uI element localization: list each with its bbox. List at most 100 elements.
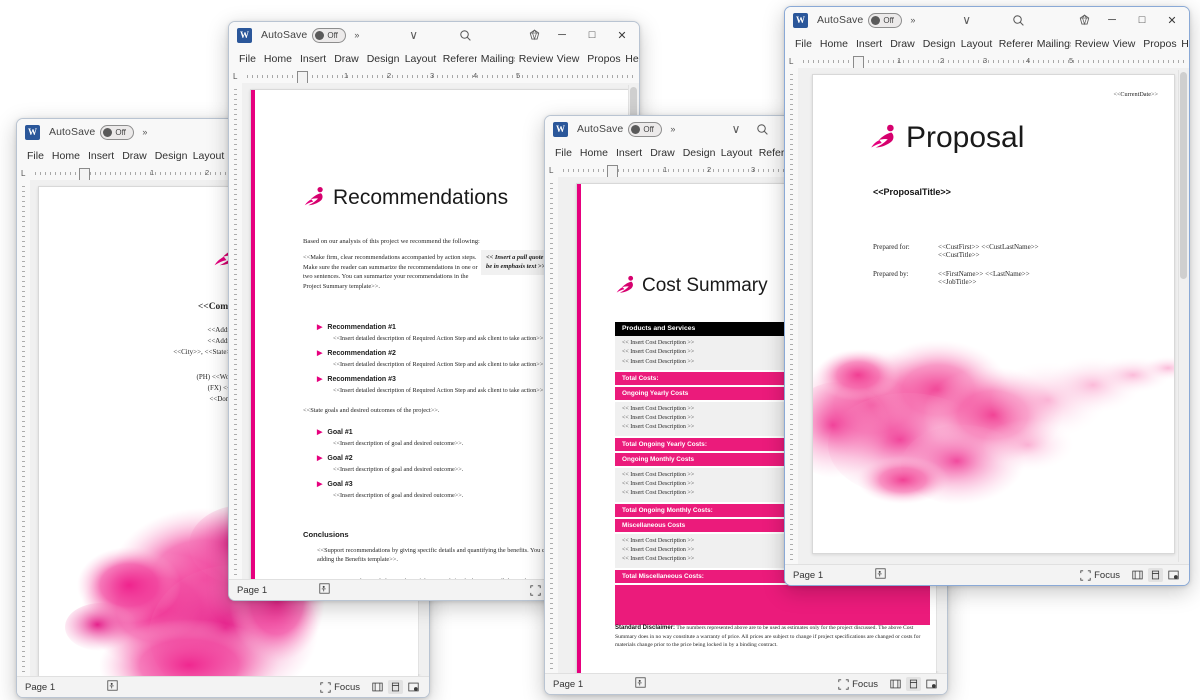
print-layout-icon[interactable]: [388, 680, 403, 694]
ribbon-tab-help[interactable]: Help: [1177, 38, 1189, 50]
ribbon-tab-draw[interactable]: Draw: [886, 38, 919, 50]
autosave-toggle[interactable]: Off: [312, 27, 347, 43]
customize-qat-chevron-down-icon[interactable]: ∨: [723, 118, 749, 140]
autosave-control[interactable]: AutoSave Off: [49, 124, 135, 140]
ribbon-tab-design[interactable]: Design: [151, 150, 189, 162]
window-controls[interactable]: ─ □ ✕: [1097, 8, 1187, 32]
accessibility-checker-icon[interactable]: [875, 568, 886, 582]
quick-access-overflow-icon[interactable]: »: [670, 124, 675, 134]
ribbon-tab-home[interactable]: Home: [816, 38, 852, 50]
close-button[interactable]: ✕: [1157, 8, 1187, 32]
indent-marker[interactable]: [607, 165, 618, 177]
ribbon-tab-home[interactable]: Home: [576, 147, 612, 159]
quick-access-overflow-icon[interactable]: »: [354, 30, 359, 40]
ribbon-tab-review[interactable]: Review: [1071, 38, 1109, 50]
indent-marker[interactable]: [297, 71, 308, 83]
window-controls[interactable]: ─ □ ✕: [547, 23, 637, 47]
focus-mode-button[interactable]: Focus: [1080, 570, 1120, 581]
page-scroll-region[interactable]: <<CurrentDate>> Proposal <<ProposalTitle…: [798, 68, 1189, 564]
accessibility-checker-icon[interactable]: [635, 677, 646, 691]
view-mode-switcher[interactable]: [1130, 568, 1181, 582]
document-page-proposal[interactable]: <<CurrentDate>> Proposal <<ProposalTitle…: [812, 74, 1175, 554]
ribbon-tab-proposal[interactable]: Proposal: [583, 53, 621, 65]
ribbon-tab-file[interactable]: File: [23, 150, 48, 162]
ribbon-tab-draw[interactable]: Draw: [646, 147, 679, 159]
ribbon-tab-help[interactable]: Help: [621, 53, 639, 65]
copilot-icon[interactable]: [1071, 9, 1097, 31]
table-row-blank[interactable]: [615, 584, 930, 625]
ribbon-tab-draw[interactable]: Draw: [118, 150, 151, 162]
close-button[interactable]: ✕: [607, 23, 637, 47]
status-page-number[interactable]: Page 1: [793, 570, 823, 581]
accessibility-checker-icon[interactable]: [319, 583, 330, 597]
autosave-toggle[interactable]: Off: [628, 121, 663, 137]
ribbon-tab-view[interactable]: View: [553, 53, 584, 65]
indent-marker[interactable]: [79, 168, 90, 180]
ribbon-tab-layout[interactable]: Layout: [401, 53, 439, 65]
print-layout-icon[interactable]: [1148, 568, 1163, 582]
quick-access-overflow-icon[interactable]: »: [910, 15, 915, 25]
web-layout-icon[interactable]: [1166, 568, 1181, 582]
ribbon-tab-design[interactable]: Design: [919, 38, 957, 50]
maximize-button[interactable]: □: [1127, 8, 1157, 32]
ribbon-tab-insert[interactable]: Insert: [296, 53, 330, 65]
ribbon-tab-file[interactable]: File: [551, 147, 576, 159]
word-window-proposal[interactable]: W AutoSave Off » ∨ ─ □ ✕ File Home Inser…: [784, 6, 1190, 586]
status-page-number[interactable]: Page 1: [553, 679, 583, 690]
ribbon-tabs[interactable]: File Home Insert Draw Design Layout Refe…: [229, 48, 639, 70]
autosave-control[interactable]: AutoSave Off: [577, 121, 663, 137]
ribbon-tabs[interactable]: File Home Insert Draw Design Layout Refe…: [785, 33, 1189, 55]
tab-stop-marker[interactable]: L: [549, 166, 553, 175]
status-page-number[interactable]: Page 1: [25, 682, 55, 693]
accessibility-checker-icon[interactable]: [107, 680, 118, 694]
focus-mode-button[interactable]: Focus: [320, 682, 360, 693]
ribbon-tab-layout[interactable]: Layout: [957, 38, 995, 50]
ribbon-tab-view[interactable]: View: [1109, 38, 1140, 50]
status-page-number[interactable]: Page 1: [237, 585, 267, 596]
tab-stop-marker[interactable]: L: [789, 57, 793, 66]
ribbon-tab-references[interactable]: References: [995, 38, 1033, 50]
ribbon-tab-layout[interactable]: Layout: [717, 147, 755, 159]
ribbon-tab-mailings[interactable]: Mailings: [1033, 38, 1071, 50]
horizontal-ruler[interactable]: L 1 2 3 4 5: [229, 70, 639, 83]
focus-mode-button[interactable]: Focus: [838, 679, 878, 690]
indent-marker[interactable]: [853, 56, 864, 68]
minimize-button[interactable]: ─: [1097, 8, 1127, 32]
print-layout-icon[interactable]: [906, 677, 921, 691]
ribbon-tab-insert[interactable]: Insert: [852, 38, 886, 50]
horizontal-ruler[interactable]: L 1 2 3 4 5: [785, 55, 1189, 68]
ribbon-tab-references[interactable]: References: [439, 53, 477, 65]
document-area[interactable]: <<CurrentDate>> Proposal <<ProposalTitle…: [785, 68, 1189, 564]
read-mode-icon[interactable]: [888, 677, 903, 691]
customize-qat-chevron-down-icon[interactable]: ∨: [401, 24, 427, 46]
ribbon-tab-draw[interactable]: Draw: [330, 53, 363, 65]
read-mode-icon[interactable]: [1130, 568, 1145, 582]
web-layout-icon[interactable]: [406, 680, 421, 694]
search-icon[interactable]: [1006, 9, 1032, 31]
tab-stop-marker[interactable]: L: [21, 169, 25, 178]
ribbon-tab-file[interactable]: File: [791, 38, 816, 50]
search-icon[interactable]: [749, 118, 775, 140]
minimize-button[interactable]: ─: [547, 23, 577, 47]
tab-stop-marker[interactable]: L: [233, 72, 237, 81]
maximize-button[interactable]: □: [577, 23, 607, 47]
copilot-icon[interactable]: [521, 24, 547, 46]
ribbon-tab-review[interactable]: Review: [515, 53, 553, 65]
ribbon-tab-file[interactable]: File: [235, 53, 260, 65]
ribbon-tab-design[interactable]: Design: [679, 147, 717, 159]
ribbon-tab-design[interactable]: Design: [363, 53, 401, 65]
ribbon-tab-insert[interactable]: Insert: [84, 150, 118, 162]
scrollbar-thumb[interactable]: [1180, 72, 1187, 279]
read-mode-icon[interactable]: [370, 680, 385, 694]
ribbon-tab-home[interactable]: Home: [260, 53, 296, 65]
ribbon-tab-mailings[interactable]: Mailings: [477, 53, 515, 65]
view-mode-switcher[interactable]: [370, 680, 421, 694]
autosave-toggle[interactable]: Off: [100, 124, 135, 140]
autosave-toggle[interactable]: Off: [868, 12, 903, 28]
search-icon[interactable]: [453, 24, 479, 46]
autosave-control[interactable]: AutoSave Off: [261, 27, 347, 43]
quick-access-overflow-icon[interactable]: »: [142, 127, 147, 137]
customize-qat-chevron-down-icon[interactable]: ∨: [954, 9, 980, 31]
ribbon-tab-insert[interactable]: Insert: [612, 147, 646, 159]
ribbon-tab-layout[interactable]: Layout: [189, 150, 227, 162]
